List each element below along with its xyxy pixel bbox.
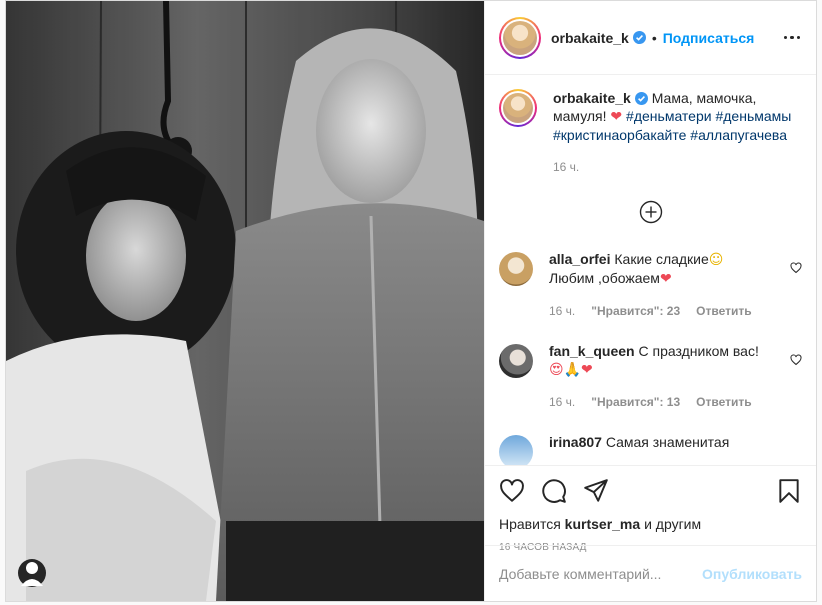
post-photo[interactable] bbox=[6, 1, 484, 601]
likes-suffix[interactable]: и другим bbox=[644, 516, 701, 532]
comment-username[interactable]: fan_k_queen bbox=[549, 343, 635, 359]
verified-icon bbox=[632, 31, 646, 44]
likes-prefix: Нравится bbox=[499, 516, 561, 532]
follow-button[interactable]: Подписаться bbox=[663, 30, 755, 46]
publish-button[interactable]: Опубликовать bbox=[702, 566, 802, 582]
commenter-avatar[interactable] bbox=[499, 344, 533, 378]
comment-item: fan_k_queen С праздником вас! 😍🙏❤ 16 ч. … bbox=[499, 342, 802, 411]
tag-button[interactable] bbox=[18, 559, 46, 587]
caption-age[interactable]: 16 ч. bbox=[553, 158, 579, 176]
bookmark-icon[interactable] bbox=[776, 478, 802, 504]
comment-text: С праздником вас! bbox=[638, 343, 759, 359]
caption-username[interactable]: orbakaite_k bbox=[553, 90, 631, 106]
comment-text: Какие сладкие bbox=[614, 251, 709, 267]
hashtag[interactable]: #деньмамы bbox=[715, 108, 791, 124]
caption-avatar[interactable] bbox=[499, 89, 537, 127]
liker-username[interactable]: kurtser_ma bbox=[565, 516, 641, 532]
comment-age[interactable]: 16 ч. bbox=[549, 302, 575, 320]
hashtag[interactable]: #аллапугачева bbox=[690, 127, 787, 143]
heart-emoji: ❤ bbox=[610, 109, 623, 125]
comments-list[interactable]: orbakaite_k Мама, мамочка, мамуля! ❤ #де… bbox=[485, 75, 816, 465]
comment-item: irina807 Самая знаменитая bbox=[499, 433, 802, 465]
like-comment-heart-icon[interactable] bbox=[790, 354, 802, 366]
hashtag[interactable]: #кристинаорбакайте bbox=[553, 127, 686, 143]
comment-input[interactable]: Добавьте комментарий... bbox=[499, 566, 661, 582]
reply-button[interactable]: Ответить bbox=[696, 302, 751, 320]
comment-username[interactable]: irina807 bbox=[549, 434, 602, 450]
reply-button[interactable]: Ответить bbox=[696, 393, 751, 411]
comment-item: alla_orfei Какие сладкие☺ Любим ,обожаем… bbox=[499, 250, 802, 320]
comment-icon[interactable] bbox=[541, 478, 567, 504]
post-header: orbakaite_k • Подписаться bbox=[485, 1, 816, 75]
share-icon[interactable] bbox=[583, 478, 609, 504]
likes-summary: Нравится kurtser_ma и другим bbox=[499, 516, 802, 532]
caption-meta: 16 ч. bbox=[553, 158, 802, 176]
tag-icon bbox=[21, 562, 43, 586]
heart-emoji: ❤ bbox=[659, 271, 672, 287]
comment-text: Самая знаменитая bbox=[605, 434, 730, 450]
emoji-line: 😍🙏❤ bbox=[549, 362, 593, 378]
comment-meta: 16 ч. "Нравится": 13 Ответить bbox=[549, 393, 782, 411]
post-actions: Нравится kurtser_ma и другим 16 ЧАСОВ НА… bbox=[485, 465, 816, 601]
photo-image bbox=[6, 1, 484, 601]
comment-text-2: Любим ,обожаем bbox=[549, 270, 660, 286]
commenter-avatar[interactable] bbox=[499, 252, 533, 286]
comment-likes[interactable]: "Нравится": 23 bbox=[591, 302, 680, 320]
comment-meta: 16 ч. "Нравится": 23 Ответить bbox=[549, 302, 782, 320]
hashtag[interactable]: #деньматери bbox=[626, 108, 712, 124]
comment-age[interactable]: 16 ч. bbox=[549, 393, 575, 411]
comment-likes[interactable]: "Нравится": 13 bbox=[591, 393, 680, 411]
separator-dot: • bbox=[651, 29, 657, 46]
more-icon[interactable] bbox=[782, 30, 803, 46]
commenter-avatar[interactable] bbox=[499, 435, 533, 465]
heart-icon[interactable] bbox=[499, 478, 525, 504]
smile-emoji: ☺ bbox=[708, 252, 724, 268]
post-sidebar: orbakaite_k • Подписаться orbakaite_k Ма… bbox=[484, 1, 816, 601]
like-comment-heart-icon[interactable] bbox=[790, 262, 802, 274]
caption: orbakaite_k Мама, мамочка, мамуля! ❤ #де… bbox=[499, 89, 802, 176]
author-avatar[interactable] bbox=[499, 16, 541, 59]
post-card: orbakaite_k • Подписаться orbakaite_k Ма… bbox=[5, 0, 817, 602]
add-comment-icon[interactable] bbox=[639, 200, 663, 224]
author-username[interactable]: orbakaite_k bbox=[551, 30, 629, 46]
verified-icon bbox=[634, 92, 648, 105]
comment-username[interactable]: alla_orfei bbox=[549, 251, 610, 267]
add-comment-bar: Добавьте комментарий... Опубликовать bbox=[485, 545, 816, 601]
